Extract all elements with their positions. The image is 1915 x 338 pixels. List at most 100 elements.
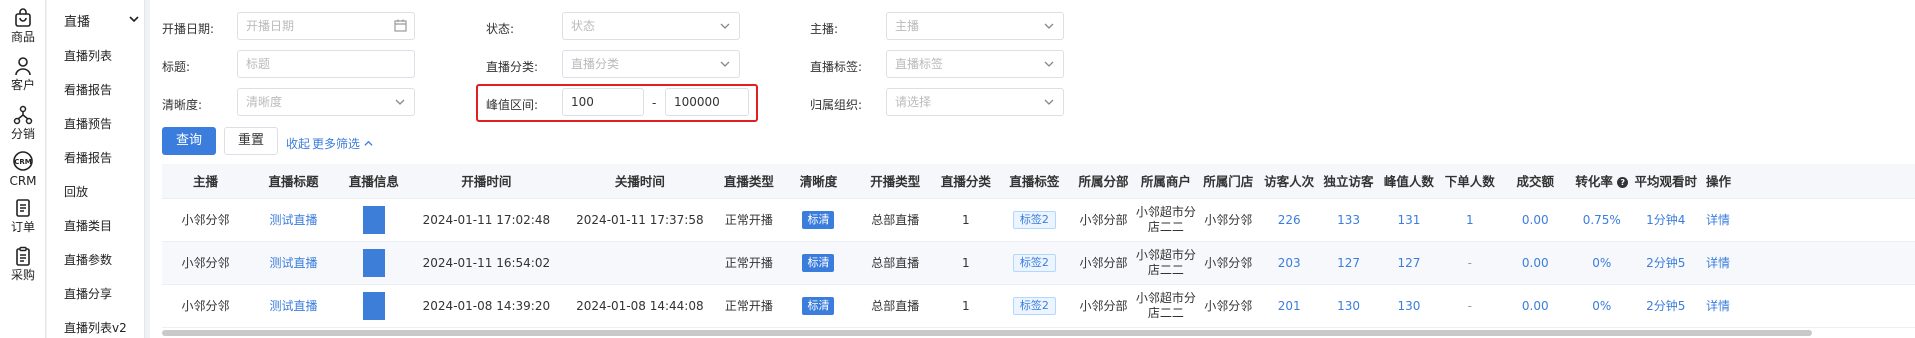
- cell-gmv[interactable]: 0.00: [1500, 198, 1571, 242]
- column-header: 所属分部: [1071, 164, 1136, 199]
- cover-thumbnail[interactable]: [362, 205, 385, 234]
- cover-thumbnail[interactable]: [362, 291, 385, 320]
- user-icon: [15, 57, 31, 76]
- detail-link[interactable]: 详情: [1697, 241, 1915, 285]
- peak-min-input[interactable]: 100: [562, 88, 644, 116]
- cell-uv[interactable]: 130: [1318, 284, 1379, 328]
- cell-orders: -: [1439, 284, 1501, 328]
- rail-item-distribution[interactable]: 分销: [0, 105, 46, 141]
- submenu-item[interactable]: 直播预告: [64, 115, 112, 132]
- column-header: 独立访客: [1318, 164, 1379, 199]
- host-select[interactable]: 主播: [886, 12, 1064, 40]
- collapse-link[interactable]: 收起: [286, 135, 310, 152]
- query-button[interactable]: 查询: [162, 127, 216, 155]
- column-header: 直播类型: [716, 164, 782, 199]
- cell-peak[interactable]: 130: [1378, 284, 1440, 328]
- rail-label: 客户: [10, 78, 35, 92]
- more-filters-link[interactable]: 更多筛选: [312, 135, 373, 152]
- calendar-icon: [394, 19, 407, 32]
- document-icon: [16, 199, 30, 217]
- chevron-down-icon: [1044, 99, 1054, 105]
- submenu-item[interactable]: 看播报告: [64, 81, 112, 98]
- cell-visits[interactable]: 201: [1260, 284, 1319, 328]
- org-placeholder: 请选择: [895, 95, 932, 109]
- submenu-item[interactable]: 直播参数: [64, 251, 112, 268]
- open-date-input[interactable]: 开播日期: [237, 12, 415, 40]
- left-rail: 商品 客户 分销 CRM CRM 订单 采购: [0, 0, 46, 338]
- rail-label: 订单: [10, 220, 35, 234]
- live-tag: 标签2: [1012, 253, 1056, 272]
- tag-select[interactable]: 直播标签: [886, 50, 1064, 78]
- cell-gmv[interactable]: 0.00: [1500, 241, 1571, 285]
- resolution-placeholder: 清晰度: [246, 95, 283, 109]
- chevron-up-icon: [364, 140, 373, 146]
- rail-item-order[interactable]: 订单: [0, 198, 46, 234]
- category-select[interactable]: 直播分类: [562, 50, 740, 78]
- cell-uv[interactable]: 133: [1318, 198, 1379, 242]
- cover-thumbnail[interactable]: [362, 248, 385, 277]
- range-separator: -: [652, 96, 657, 110]
- cell-live-info: [338, 284, 410, 328]
- cell-branch: 小邻分部: [1071, 241, 1136, 285]
- status-placeholder: 状态: [571, 19, 596, 33]
- rail-label: CRM: [9, 174, 37, 188]
- peak-max-input[interactable]: 100000: [665, 88, 749, 116]
- detail-link[interactable]: 详情: [1697, 198, 1915, 242]
- category-placeholder: 直播分类: [571, 57, 620, 71]
- chevron-down-icon: [1044, 61, 1054, 67]
- column-header: 直播信息: [338, 164, 410, 199]
- submenu-item[interactable]: 直播分享: [64, 285, 112, 302]
- table-row: 小邻分邻 测试直播 2024-01-11 17:02:48 2024-01-11…: [162, 198, 1915, 242]
- cell-uv[interactable]: 127: [1318, 241, 1379, 285]
- submenu-item[interactable]: 直播列表: [64, 47, 112, 64]
- cell-peak[interactable]: 127: [1378, 241, 1440, 285]
- rail-item-purchase[interactable]: 采购: [0, 246, 46, 282]
- cell-merchant: 小邻超市分店二二: [1135, 241, 1197, 285]
- cell-visits[interactable]: 203: [1260, 241, 1319, 285]
- column-header: 清晰度: [781, 164, 856, 199]
- live-tag: 标签2: [1012, 296, 1056, 315]
- column-header: 所属门店: [1196, 164, 1260, 199]
- rail-label: 采购: [10, 268, 35, 282]
- status-select[interactable]: 状态: [562, 12, 740, 40]
- rail-item-customer[interactable]: 客户: [0, 56, 46, 92]
- reset-button[interactable]: 重置: [224, 127, 278, 155]
- submenu-item[interactable]: 直播列表v2: [64, 319, 127, 336]
- cell-peak[interactable]: 131: [1378, 198, 1440, 242]
- cell-title-link[interactable]: 测试直播: [248, 284, 339, 328]
- network-icon: [13, 105, 33, 125]
- column-header: 直播分类: [934, 164, 998, 199]
- filter-label-title: 标题:: [162, 60, 191, 74]
- submenu-item[interactable]: 看播报告: [64, 149, 112, 166]
- title-input[interactable]: 标题: [237, 50, 415, 78]
- cell-orders[interactable]: 1: [1439, 198, 1501, 242]
- cell-branch: 小邻分部: [1071, 284, 1136, 328]
- detail-link[interactable]: 详情: [1697, 284, 1915, 328]
- cell-title-link[interactable]: 测试直播: [248, 241, 339, 285]
- cell-avg-watch: 1分钟4: [1633, 198, 1698, 242]
- cell-title-link[interactable]: 测试直播: [248, 198, 339, 242]
- resolution-select[interactable]: 清晰度: [237, 88, 415, 116]
- cell-live-info: [338, 241, 410, 285]
- submenu-header[interactable]: 直播: [64, 11, 140, 30]
- rail-item-crm[interactable]: CRM CRM: [0, 150, 46, 188]
- submenu-item[interactable]: 回放: [64, 183, 88, 200]
- org-select[interactable]: 请选择: [886, 88, 1064, 116]
- horizontal-scrollbar[interactable]: [162, 330, 1812, 336]
- submenu-item[interactable]: 直播类目: [64, 217, 112, 234]
- cell-visits[interactable]: 226: [1260, 198, 1319, 242]
- cell-type: 正常开播: [716, 284, 782, 328]
- peak-max-value: 100000: [674, 95, 720, 109]
- cell-tag: 标签2: [997, 198, 1072, 242]
- cell-type: 正常开播: [716, 241, 782, 285]
- question-icon[interactable]: ?: [1617, 177, 1629, 189]
- chevron-down-icon: [395, 99, 405, 105]
- cell-gmv[interactable]: 0.00: [1500, 284, 1571, 328]
- column-header: 下单人数: [1439, 164, 1501, 199]
- cell-conversion: 0%: [1570, 284, 1634, 328]
- rail-item-goods[interactable]: 商品: [0, 8, 46, 44]
- host-placeholder: 主播: [895, 19, 920, 33]
- chevron-down-icon: [720, 61, 730, 67]
- column-header: 操作: [1697, 164, 1915, 199]
- cell-category: 1: [934, 284, 998, 328]
